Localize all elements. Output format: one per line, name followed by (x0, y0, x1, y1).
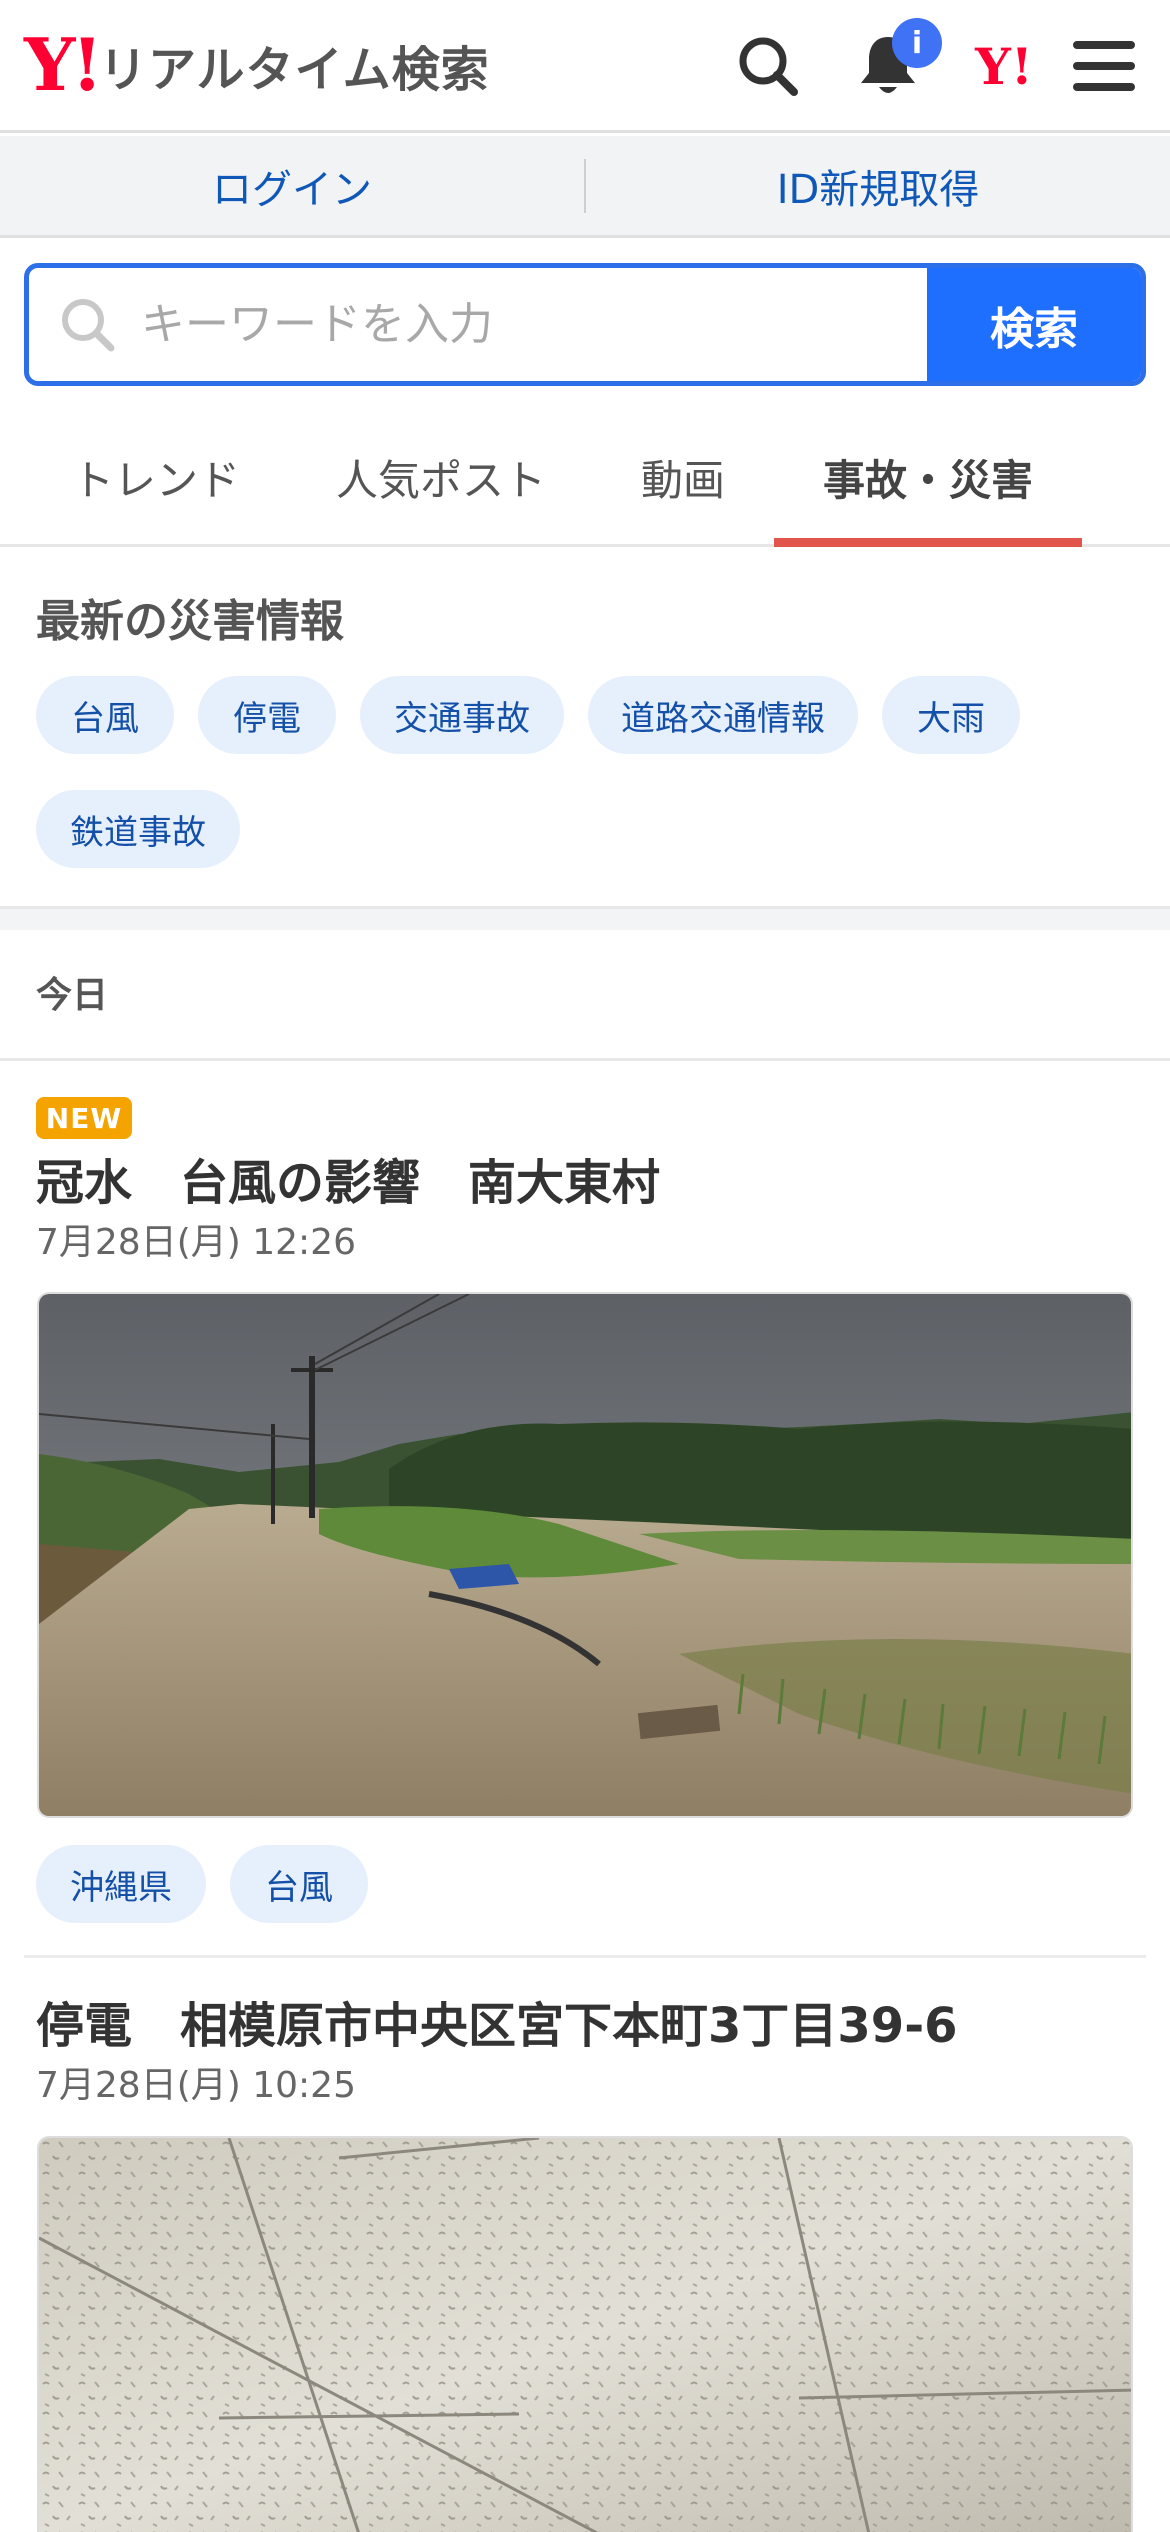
tag-okinawa[interactable]: 沖縄県 (36, 1845, 206, 1923)
search-field-icon (59, 296, 117, 358)
account-bar: ログイン ID新規取得 (0, 136, 1170, 238)
tab-videos[interactable]: 動画 (610, 410, 756, 544)
disaster-section-title: 最新の災害情報 (36, 596, 344, 647)
tag-typhoon[interactable]: 台風 (230, 1845, 368, 1923)
chip-heavy-rain[interactable]: 大雨 (882, 676, 1020, 754)
yahoo-mark: Y! (975, 36, 1033, 96)
chip-traffic-accident[interactable]: 交通事故 (360, 676, 564, 754)
post-date: 7月28日(月) 10:25 (36, 2065, 356, 2106)
yahoo-realtime-logo[interactable]: Y! リアルタイム検索 (24, 22, 490, 107)
search-box: 検索 (24, 263, 1146, 386)
post-photo-flooded-road[interactable] (37, 1292, 1133, 1818)
menu-icon[interactable] (1066, 28, 1142, 104)
notification-bell-icon[interactable]: i (850, 18, 942, 104)
register-link[interactable]: ID新規取得 (586, 157, 1170, 215)
tab-popular-posts[interactable]: 人気ポスト (318, 410, 564, 544)
post-divider (24, 1955, 1146, 1958)
search-input[interactable] (29, 268, 927, 381)
section-divider (0, 1058, 1170, 1061)
chip-railway-accident[interactable]: 鉄道事故 (36, 790, 240, 868)
site-title: リアルタイム検索 (99, 42, 490, 98)
search-field (29, 268, 927, 381)
search-icon[interactable] (730, 28, 806, 104)
search-button[interactable]: 検索 (927, 268, 1141, 381)
app-header: Y! リアルタイム検索 i Y! (0, 0, 1170, 133)
login-link[interactable]: ログイン (0, 157, 584, 215)
yahoo-account-icon[interactable]: Y! (966, 28, 1042, 104)
category-tabs: トレンド 人気ポスト 動画 事故・災害 (0, 410, 1170, 547)
notification-badge: i (892, 18, 942, 68)
new-badge: NEW (36, 1097, 132, 1139)
chip-power-outage[interactable]: 停電 (198, 676, 336, 754)
post-title[interactable]: 冠水 台風の影響 南大東村 (36, 1143, 660, 1213)
section-gap (0, 906, 1170, 930)
post-photo-ceiling[interactable] (37, 2136, 1133, 2532)
tab-accidents-disasters[interactable]: 事故・災害 (774, 410, 1082, 547)
chip-road-traffic-info[interactable]: 道路交通情報 (588, 676, 858, 754)
tab-trend[interactable]: トレンド (36, 410, 276, 544)
post-date: 7月28日(月) 12:26 (36, 1222, 356, 1263)
date-section-label: 今日 (36, 975, 109, 1016)
yahoo-logo-mark: Y! (24, 22, 103, 107)
chip-typhoon[interactable]: 台風 (36, 676, 174, 754)
post-title[interactable]: 停電 相模原市中央区宮下本町3丁目39-6 (36, 1986, 958, 2056)
